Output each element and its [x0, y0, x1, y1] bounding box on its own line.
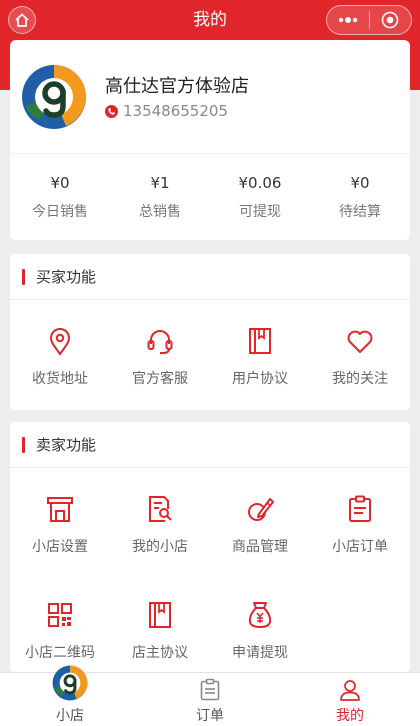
mini-program-capsule — [326, 5, 412, 35]
stat-withdrawable[interactable]: ¥0.06 可提现 — [210, 174, 310, 221]
item-label: 我的小店 — [132, 539, 188, 555]
section-title: 卖家功能 — [36, 436, 97, 454]
shop-name: 高仕达官方体验店 — [105, 76, 249, 97]
item-label: 店主协议 — [132, 645, 188, 661]
item-label: 官方客服 — [132, 371, 188, 387]
tab-label: 订单 — [196, 708, 224, 724]
item-label: 商品管理 — [232, 539, 288, 555]
item-label: 申请提现 — [232, 645, 288, 661]
tab-orders[interactable]: 订单 — [140, 673, 280, 726]
stat-label: 待结算 — [339, 204, 381, 220]
shop-logo-icon — [52, 665, 88, 701]
stat-pending-settlement[interactable]: ¥0 待结算 — [310, 174, 410, 221]
item-label: 用户协议 — [232, 371, 288, 387]
withdraw-request-item[interactable]: 申请提现 — [210, 600, 310, 662]
profile-divider — [10, 153, 410, 154]
bottom-tab-bar: 小店 订单 我的 — [0, 665, 420, 726]
headset-icon — [147, 330, 173, 354]
top-bar: 我的 — [0, 0, 420, 40]
section-title: 买家功能 — [36, 268, 97, 286]
stat-value: ¥0.06 — [238, 174, 282, 192]
my-follows-item[interactable]: 我的关注 — [310, 326, 410, 388]
section-header: 卖家功能 — [10, 422, 410, 468]
stat-value: ¥0 — [350, 174, 370, 192]
shop-orders-item[interactable]: 小店订单 — [310, 494, 410, 556]
phone-number: 13548655205 — [123, 102, 228, 120]
document-search-icon — [149, 496, 172, 522]
stat-value: ¥1 — [150, 174, 170, 192]
book-icon — [249, 328, 271, 354]
user-icon — [340, 680, 360, 701]
buyer-functions-section: 买家功能 收货地址 官方客服 用户协议 我的关注 — [10, 254, 410, 410]
item-label: 小店二维码 — [25, 645, 95, 661]
user-agreement-item[interactable]: 用户协议 — [210, 326, 310, 388]
home-button[interactable] — [8, 6, 36, 34]
stat-value: ¥0 — [50, 174, 70, 192]
stat-label: 今日销售 — [32, 204, 88, 220]
stat-today-sales[interactable]: ¥0 今日销售 — [10, 174, 110, 221]
section-header: 买家功能 — [10, 254, 410, 300]
item-label: 小店订单 — [332, 539, 388, 555]
shipping-address-item[interactable]: 收货地址 — [10, 326, 110, 388]
edit-products-icon — [248, 498, 274, 521]
shop-qr-code-item[interactable]: 小店二维码 — [10, 600, 110, 662]
owner-agreement-item[interactable]: 店主协议 — [110, 600, 210, 662]
my-shop-item[interactable]: 我的小店 — [110, 494, 210, 556]
product-management-item[interactable]: 商品管理 — [210, 494, 310, 556]
stat-total-sales[interactable]: ¥1 总销售 — [110, 174, 210, 221]
shop-settings-item[interactable]: 小店设置 — [10, 494, 110, 556]
item-label: 小店设置 — [32, 539, 88, 555]
phone-row: 13548655205 — [105, 102, 228, 120]
item-label: 收货地址 — [32, 371, 88, 387]
profile-card: 高仕达官方体验店 13548655205 ¥0 今日销售 ¥1 总销售 ¥0.0… — [10, 40, 410, 240]
item-label: 我的关注 — [332, 371, 388, 387]
customer-service-item[interactable]: 官方客服 — [110, 326, 210, 388]
section-accent-bar — [22, 269, 25, 285]
tab-label: 小店 — [56, 708, 84, 724]
target-close-icon — [381, 11, 399, 29]
more-dots-icon — [338, 17, 357, 23]
close-mini-program-button[interactable] — [370, 6, 412, 34]
phone-icon — [105, 104, 118, 118]
shop-logo-avatar[interactable] — [21, 64, 87, 130]
tab-label: 我的 — [336, 708, 364, 724]
stat-label: 可提现 — [239, 204, 281, 220]
qr-code-icon — [48, 603, 72, 627]
seller-functions-section: 卖家功能 小店设置 我的小店 商品管理 小店订单 小店二维码 店主协议 申请提现 — [10, 422, 410, 672]
heart-icon — [347, 330, 373, 353]
clipboard-icon — [349, 495, 371, 522]
more-menu-button[interactable] — [327, 6, 369, 34]
book-icon — [149, 602, 171, 628]
section-accent-bar — [22, 437, 25, 453]
order-list-icon — [200, 678, 220, 701]
money-bag-icon — [248, 602, 272, 628]
stat-label: 总销售 — [139, 204, 181, 220]
home-icon — [15, 13, 29, 27]
location-pin-icon — [49, 328, 71, 356]
tab-mine[interactable]: 我的 — [280, 673, 420, 726]
sales-stats: ¥0 今日销售 ¥1 总销售 ¥0.06 可提现 ¥0 待结算 — [10, 174, 410, 221]
tab-shop[interactable]: 小店 — [0, 665, 140, 726]
shop-icon — [47, 497, 73, 522]
